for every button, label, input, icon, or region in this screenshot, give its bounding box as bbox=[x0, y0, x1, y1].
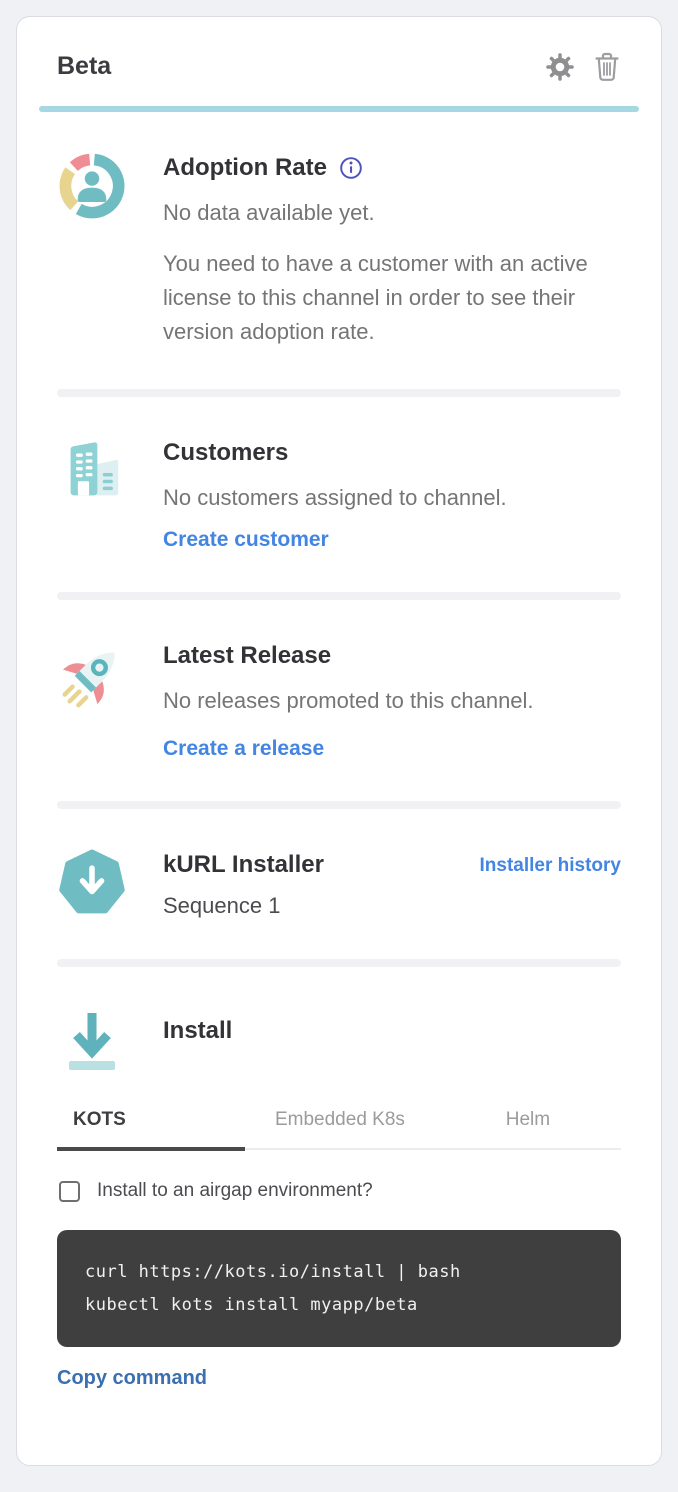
info-circle-icon[interactable] bbox=[339, 156, 363, 180]
installer-history-link[interactable]: Installer history bbox=[480, 851, 622, 877]
adoption-rate-title: Adoption Rate bbox=[163, 154, 327, 182]
customers-message: No customers assigned to channel. bbox=[163, 481, 621, 514]
adoption-description: You need to have a customer with an acti… bbox=[163, 247, 613, 349]
kurl-installer-title: kURL Installer bbox=[163, 851, 324, 879]
section-divider bbox=[57, 592, 621, 600]
channel-accent-bar bbox=[39, 106, 639, 112]
rocket-icon bbox=[57, 640, 127, 761]
tab-kots[interactable]: KOTS bbox=[57, 1109, 245, 1151]
download-heptagon-icon bbox=[57, 849, 127, 919]
trash-icon[interactable] bbox=[593, 51, 621, 82]
install-title: Install bbox=[163, 1017, 232, 1045]
donut-user-icon bbox=[57, 152, 127, 349]
download-arrow-icon bbox=[57, 1007, 127, 1073]
buildings-icon bbox=[57, 437, 127, 552]
create-release-link[interactable]: Create a release bbox=[163, 737, 324, 761]
card-header: Beta bbox=[57, 51, 621, 82]
tab-helm[interactable]: Helm bbox=[433, 1109, 621, 1151]
section-install: Install bbox=[57, 1007, 621, 1073]
airgap-row: Install to an airgap environment? bbox=[57, 1180, 621, 1202]
section-divider bbox=[57, 801, 621, 809]
tab-embedded-k8s[interactable]: Embedded K8s bbox=[245, 1109, 433, 1151]
install-command-block: curl https://kots.io/install | bash kube… bbox=[57, 1230, 621, 1347]
code-line-curl: curl https://kots.io/install | bash bbox=[85, 1256, 593, 1288]
install-tabs: KOTS Embedded K8s Helm bbox=[57, 1109, 621, 1150]
section-divider bbox=[57, 959, 621, 967]
channel-title: Beta bbox=[57, 52, 111, 81]
installer-sequence: Sequence 1 bbox=[163, 893, 621, 919]
channel-card: Beta bbox=[16, 16, 662, 1466]
airgap-checkbox[interactable] bbox=[59, 1181, 80, 1202]
gear-icon[interactable] bbox=[545, 52, 575, 82]
airgap-label: Install to an airgap environment? bbox=[97, 1180, 373, 1202]
code-line-kubectl: kubectl kots install myapp/beta bbox=[85, 1289, 593, 1321]
section-divider bbox=[57, 389, 621, 397]
section-kurl-installer: kURL Installer Installer history Sequenc… bbox=[57, 849, 621, 919]
latest-release-title: Latest Release bbox=[163, 642, 331, 670]
adoption-no-data-text: No data available yet. bbox=[163, 196, 621, 229]
section-adoption-rate: Adoption Rate No data available yet. You… bbox=[57, 152, 621, 349]
section-customers: Customers No customers assigned to chann… bbox=[57, 437, 621, 552]
section-latest-release: Latest Release No releases promoted to t… bbox=[57, 640, 621, 761]
copy-command-link[interactable]: Copy command bbox=[57, 1367, 207, 1390]
latest-release-message: No releases promoted to this channel. bbox=[163, 684, 621, 717]
customers-title: Customers bbox=[163, 439, 288, 467]
create-customer-link[interactable]: Create customer bbox=[163, 528, 329, 552]
